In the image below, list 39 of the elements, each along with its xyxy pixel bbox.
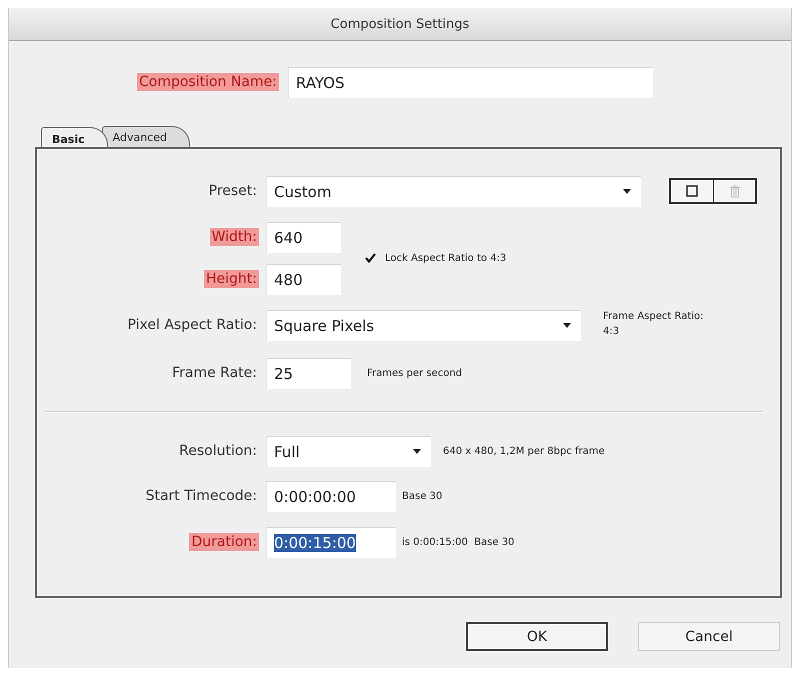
caret-icon [413, 448, 421, 454]
field-label: Pixel Aspect Ratio: [126, 316, 258, 334]
field-label: Resolution: [178, 442, 258, 460]
field-label: Start Timecode: [144, 487, 258, 505]
trash-icon [728, 184, 740, 198]
dialog-button[interactable]: OK [466, 622, 608, 651]
tab[interactable]: Basic [41, 127, 108, 147]
checkbox-label: Lock Aspect Ratio to 4:3 [385, 252, 506, 264]
field-label: Duration: [189, 533, 259, 551]
tab[interactable]: Advanced [102, 126, 190, 147]
field-label: Frame Rate: [171, 364, 258, 382]
dropdown[interactable]: Custom [266, 176, 641, 206]
dropdown[interactable]: Square Pixels [266, 310, 581, 340]
hint-text: 640 x 480, 1,2M per 8bpc frame [443, 446, 605, 456]
input-field[interactable]: 640 [266, 222, 341, 252]
dialog-button[interactable]: Cancel [638, 622, 780, 651]
hint-text: Base 30 [402, 490, 442, 502]
new-preset-button[interactable] [671, 180, 713, 202]
field-label: Width: [210, 228, 259, 246]
check-icon [364, 253, 376, 263]
input-field[interactable]: 0:00:15:00 [266, 526, 396, 558]
window-title: Composition Settings [330, 16, 470, 32]
checkbox[interactable] [363, 251, 377, 265]
input-field[interactable]: 480 [266, 264, 341, 294]
square-icon [686, 185, 698, 197]
field-label: Composition Name: [137, 73, 279, 91]
field-label: Preset: [208, 182, 258, 200]
hint-text: 4:3 [603, 325, 620, 339]
hint-text: is 0:00:15:00 Base 30 [402, 536, 514, 548]
caret-icon [563, 322, 571, 328]
field-label: Height: [204, 270, 259, 288]
caret-icon [623, 188, 631, 194]
hint-text: Frames per second [367, 368, 462, 378]
input-field[interactable]: RAYOS [288, 66, 653, 98]
delete-preset-button[interactable] [713, 180, 755, 202]
input-field[interactable]: 0:00:00:00 [266, 480, 396, 512]
dropdown[interactable]: Full [266, 436, 431, 466]
input-field[interactable]: 25 [266, 358, 351, 388]
hint-text: Frame Aspect Ratio: [603, 310, 704, 324]
